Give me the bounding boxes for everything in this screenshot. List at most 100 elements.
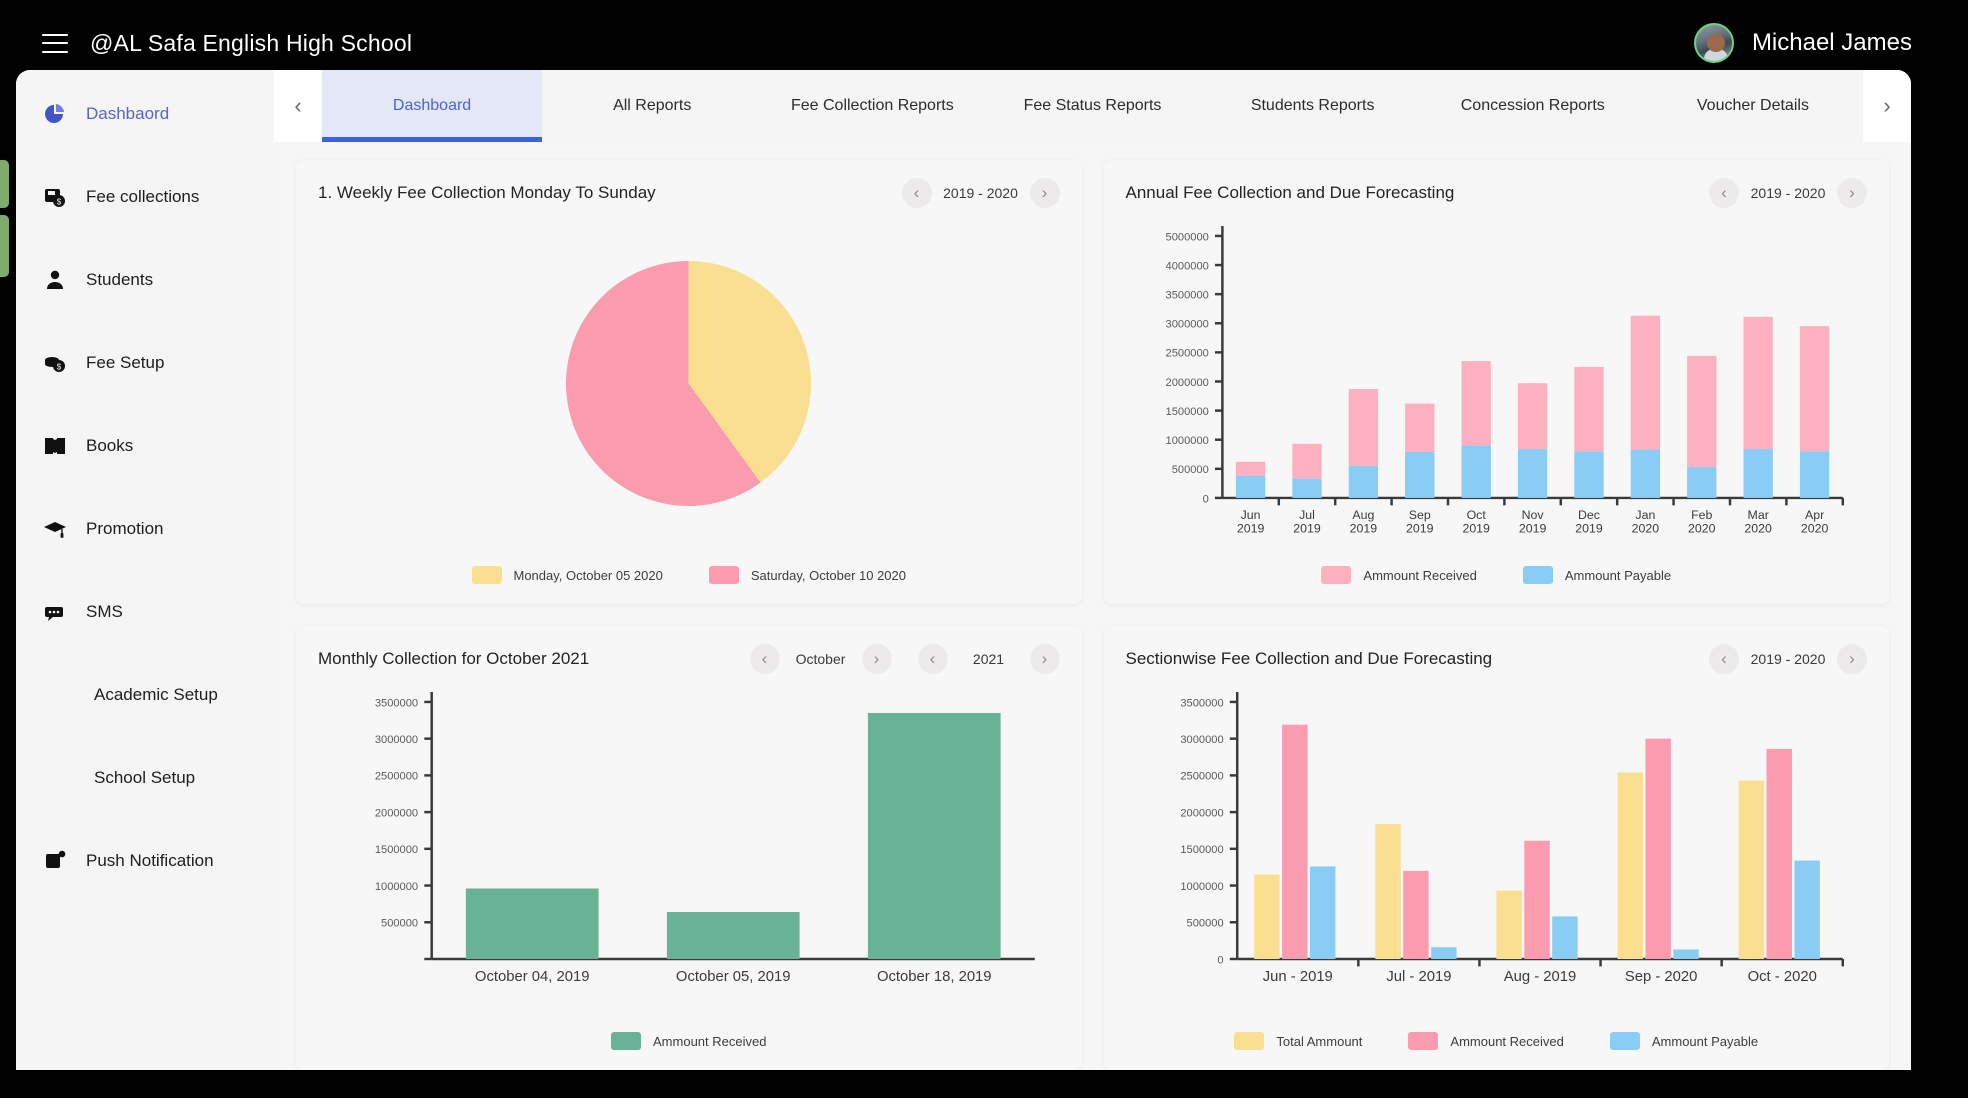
svg-text:Feb: Feb [1691, 508, 1712, 522]
tab-fee-status-reports[interactable]: Fee Status Reports [982, 70, 1202, 142]
next-year-button[interactable]: › [1029, 178, 1060, 208]
card-title: Sectionwise Fee Collection and Due Forec… [1125, 649, 1493, 668]
tabs-scroll-region: Dashboard All Reports Fee Collection Rep… [322, 70, 1863, 142]
year-value: 2019 - 2020 [943, 185, 1018, 201]
tab-concession-reports[interactable]: Concession Reports [1423, 70, 1643, 142]
pie-chart [566, 260, 812, 506]
user-name-label: Michael James [1751, 29, 1912, 56]
sidebar-item-label: Fee Setup [86, 353, 165, 372]
sidebar-item-push-notification[interactable]: Push Notification [16, 837, 274, 885]
month-value: October [795, 651, 846, 667]
year-selector: ‹ 2019 - 2020 › [1709, 178, 1867, 208]
svg-text:Sep: Sep [1408, 508, 1430, 522]
card-monthly-collection: Monthly Collection for October 2021 ‹ Oc… [296, 626, 1082, 1070]
avatar [1693, 23, 1734, 63]
page-title: @AL Safa English High School [90, 29, 413, 56]
sidebar-item-fee-setup[interactable]: $ Fee Setup [16, 339, 274, 387]
sidebar-item-books[interactable]: Books [16, 422, 274, 470]
sidebar-item-fee-collections[interactable]: $ Fee collections [16, 173, 274, 221]
annual-bar-chart: 0 500000 1000000 1500000 2000000 2500000 30000… [1126, 208, 1868, 558]
legend-item: Total Ammount [1234, 1032, 1362, 1050]
legend-item: Monday, October 05 2020 [471, 566, 663, 584]
legend-label: Total Ammount [1276, 1033, 1363, 1049]
legend-swatch [1234, 1032, 1265, 1050]
svg-text:2500000: 2500000 [1180, 771, 1223, 783]
svg-text:2019: 2019 [1462, 522, 1490, 536]
tab-all-reports[interactable]: All Reports [542, 70, 762, 142]
card-annual-fee-collection: Annual Fee Collection and Due Forecastin… [1103, 160, 1889, 604]
svg-text:3500000: 3500000 [1180, 697, 1223, 709]
svg-text:0: 0 [1202, 493, 1208, 505]
svg-text:Oct: Oct [1466, 508, 1486, 522]
decorative-chip-left-2 [0, 215, 9, 277]
svg-text:2019: 2019 [1293, 522, 1321, 536]
money-save-icon: $ [38, 185, 72, 209]
svg-text:October 04, 2019: October 04, 2019 [475, 969, 590, 985]
card-weekly-fee-collection: 1. Weekly Fee Collection Monday To Sunda… [296, 160, 1082, 604]
tab-students-reports[interactable]: Students Reports [1203, 70, 1423, 142]
svg-text:2020: 2020 [1631, 522, 1659, 536]
svg-text:4000000: 4000000 [1165, 260, 1208, 272]
weekly-pie-chart [318, 208, 1060, 558]
sidebar-item-label: School Setup [94, 768, 196, 787]
svg-text:2000000: 2000000 [1180, 807, 1223, 819]
legend-label: Ammount Payable [1651, 1033, 1759, 1049]
tab-fee-collection-reports[interactable]: Fee Collection Reports [762, 70, 982, 142]
svg-text:500000: 500000 [381, 918, 418, 930]
svg-text:$: $ [57, 363, 62, 372]
legend-item: Ammount Payable [1522, 566, 1671, 584]
tab-dashboard[interactable]: Dashboard [322, 70, 543, 142]
card-header: 1. Weekly Fee Collection Monday To Sunda… [318, 178, 1060, 208]
year-selector: ‹ 2019 - 2020 › [901, 178, 1060, 208]
prev-year-button[interactable]: ‹ [1709, 644, 1739, 674]
svg-text:500000: 500000 [1171, 464, 1208, 476]
screen-root: @AL Safa English High School Michael Jam… [0, 0, 1968, 1098]
card-title: Annual Fee Collection and Due Forecastin… [1125, 183, 1455, 202]
sidebar-item-label: Promotion [86, 519, 164, 538]
sidebar: Dashbaord $ Fee collections Students $ F… [16, 70, 274, 1070]
legend-item: Ammount Received [611, 1032, 766, 1050]
prev-year-button[interactable]: ‹ [1709, 178, 1739, 208]
svg-text:2019: 2019 [1518, 522, 1546, 536]
sidebar-item-label: Push Notification [86, 851, 214, 870]
svg-text:Apr: Apr [1804, 508, 1823, 522]
prev-year-button[interactable]: ‹ [917, 644, 948, 674]
next-year-button[interactable]: › [1837, 178, 1867, 208]
svg-text:2020: 2020 [1688, 522, 1716, 536]
sidebar-item-sms[interactable]: SMS [16, 588, 274, 636]
app-window: Dashbaord $ Fee collections Students $ F… [16, 70, 1911, 1070]
sidebar-item-dashboard[interactable]: Dashbaord [16, 90, 274, 138]
sidebar-item-academic-setup[interactable]: Academic Setup [16, 671, 274, 719]
sidebar-item-promotion[interactable]: Promotion [16, 505, 274, 553]
tabs-prev-arrow-icon[interactable]: ‹ [274, 70, 322, 142]
svg-text:2500000: 2500000 [375, 771, 418, 783]
svg-text:$: $ [57, 198, 62, 207]
legend-swatch [471, 566, 502, 584]
legend-item: Ammount Payable [1609, 1032, 1759, 1050]
svg-text:1500000: 1500000 [375, 844, 418, 856]
person-icon [38, 268, 72, 292]
sidebar-item-students[interactable]: Students [16, 256, 274, 304]
prev-year-button[interactable]: ‹ [901, 178, 932, 208]
sidebar-item-label: Students [86, 270, 154, 289]
next-year-button[interactable]: › [1837, 644, 1867, 674]
tab-voucher-details[interactable]: Voucher Details [1643, 70, 1863, 142]
sidebar-item-school-setup[interactable]: School Setup [16, 754, 274, 802]
svg-text:1500000: 1500000 [1180, 844, 1223, 856]
svg-text:5000000: 5000000 [1165, 231, 1208, 243]
year-value: 2019 - 2020 [1750, 185, 1826, 201]
next-year-button[interactable]: › [1029, 644, 1060, 674]
svg-text:Oct - 2020: Oct - 2020 [1747, 969, 1816, 985]
legend-label: Ammount Received [653, 1033, 767, 1049]
prev-month-button[interactable]: ‹ [749, 644, 780, 674]
next-month-button[interactable]: › [861, 644, 892, 674]
pie-chart-icon [38, 102, 72, 126]
hamburger-icon[interactable] [42, 33, 68, 53]
svg-text:3000000: 3000000 [1165, 319, 1208, 331]
svg-text:2000000: 2000000 [375, 807, 418, 819]
tabs-next-arrow-icon[interactable]: › [1863, 70, 1911, 142]
svg-text:1000000: 1000000 [1165, 435, 1208, 447]
graduation-cap-icon [38, 517, 72, 541]
card-header: Sectionwise Fee Collection and Due Forec… [1125, 644, 1867, 674]
svg-text:Aug: Aug [1352, 508, 1374, 522]
